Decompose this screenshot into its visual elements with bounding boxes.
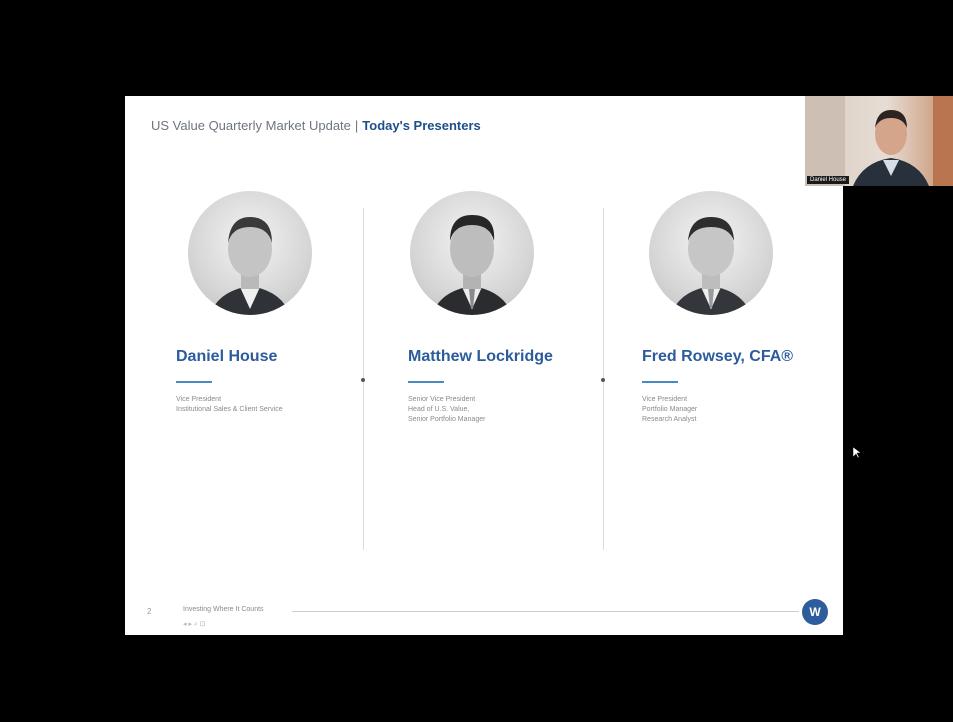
name-underline <box>642 381 678 383</box>
role-line: Vice President <box>176 396 222 403</box>
footer-rule <box>292 611 799 612</box>
presenter-photo <box>649 191 773 315</box>
page-number: 2 <box>147 607 152 616</box>
name-underline <box>176 381 212 383</box>
presenter-roles: Vice President Institutional Sales & Cli… <box>176 395 283 415</box>
slide-title-text: US Value Quarterly Market Update <box>151 118 351 133</box>
role-line: Head of U.S. Value, <box>408 406 470 413</box>
role-line: Senior Portfolio Manager <box>408 416 486 423</box>
presenter-roles: Senior Vice President Head of U.S. Value… <box>408 395 485 425</box>
webcam-video-tile[interactable]: Daniel House <box>805 96 953 186</box>
presentation-slide: US Value Quarterly Market Update | Today's… <box>125 96 843 635</box>
presenter-name: Daniel House <box>176 348 278 365</box>
title-separator: | <box>354 118 359 133</box>
role-line: Portfolio Manager <box>642 406 698 413</box>
mouse-cursor-icon <box>853 447 861 459</box>
company-logo-icon: W <box>802 599 828 625</box>
presenter-photo <box>410 191 534 315</box>
role-line: Senior Vice President <box>408 396 476 403</box>
name-underline <box>408 381 444 383</box>
presenter-photo <box>188 191 312 315</box>
role-line: Vice President <box>642 396 688 403</box>
slide-title: US Value Quarterly Market Update | Today's… <box>151 118 481 133</box>
divider-dot <box>361 378 365 382</box>
presenter-roles: Vice President Portfolio Manager Researc… <box>642 395 697 425</box>
presenter-name: Fred Rowsey, CFA® <box>642 348 794 365</box>
role-line: Institutional Sales & Client Service <box>176 406 283 413</box>
footer-tagline: Investing Where It Counts <box>183 606 264 613</box>
presenter-name: Matthew Lockridge <box>408 348 553 365</box>
role-line: Research Analyst <box>642 416 697 423</box>
webcam-participant-label: Daniel House <box>807 176 850 184</box>
divider-dot <box>601 378 605 382</box>
slide-controls[interactable]: ◂ ▸ ⌕ ⊡ <box>183 620 206 629</box>
slide-title-bold: Today's Presenters <box>362 118 481 133</box>
